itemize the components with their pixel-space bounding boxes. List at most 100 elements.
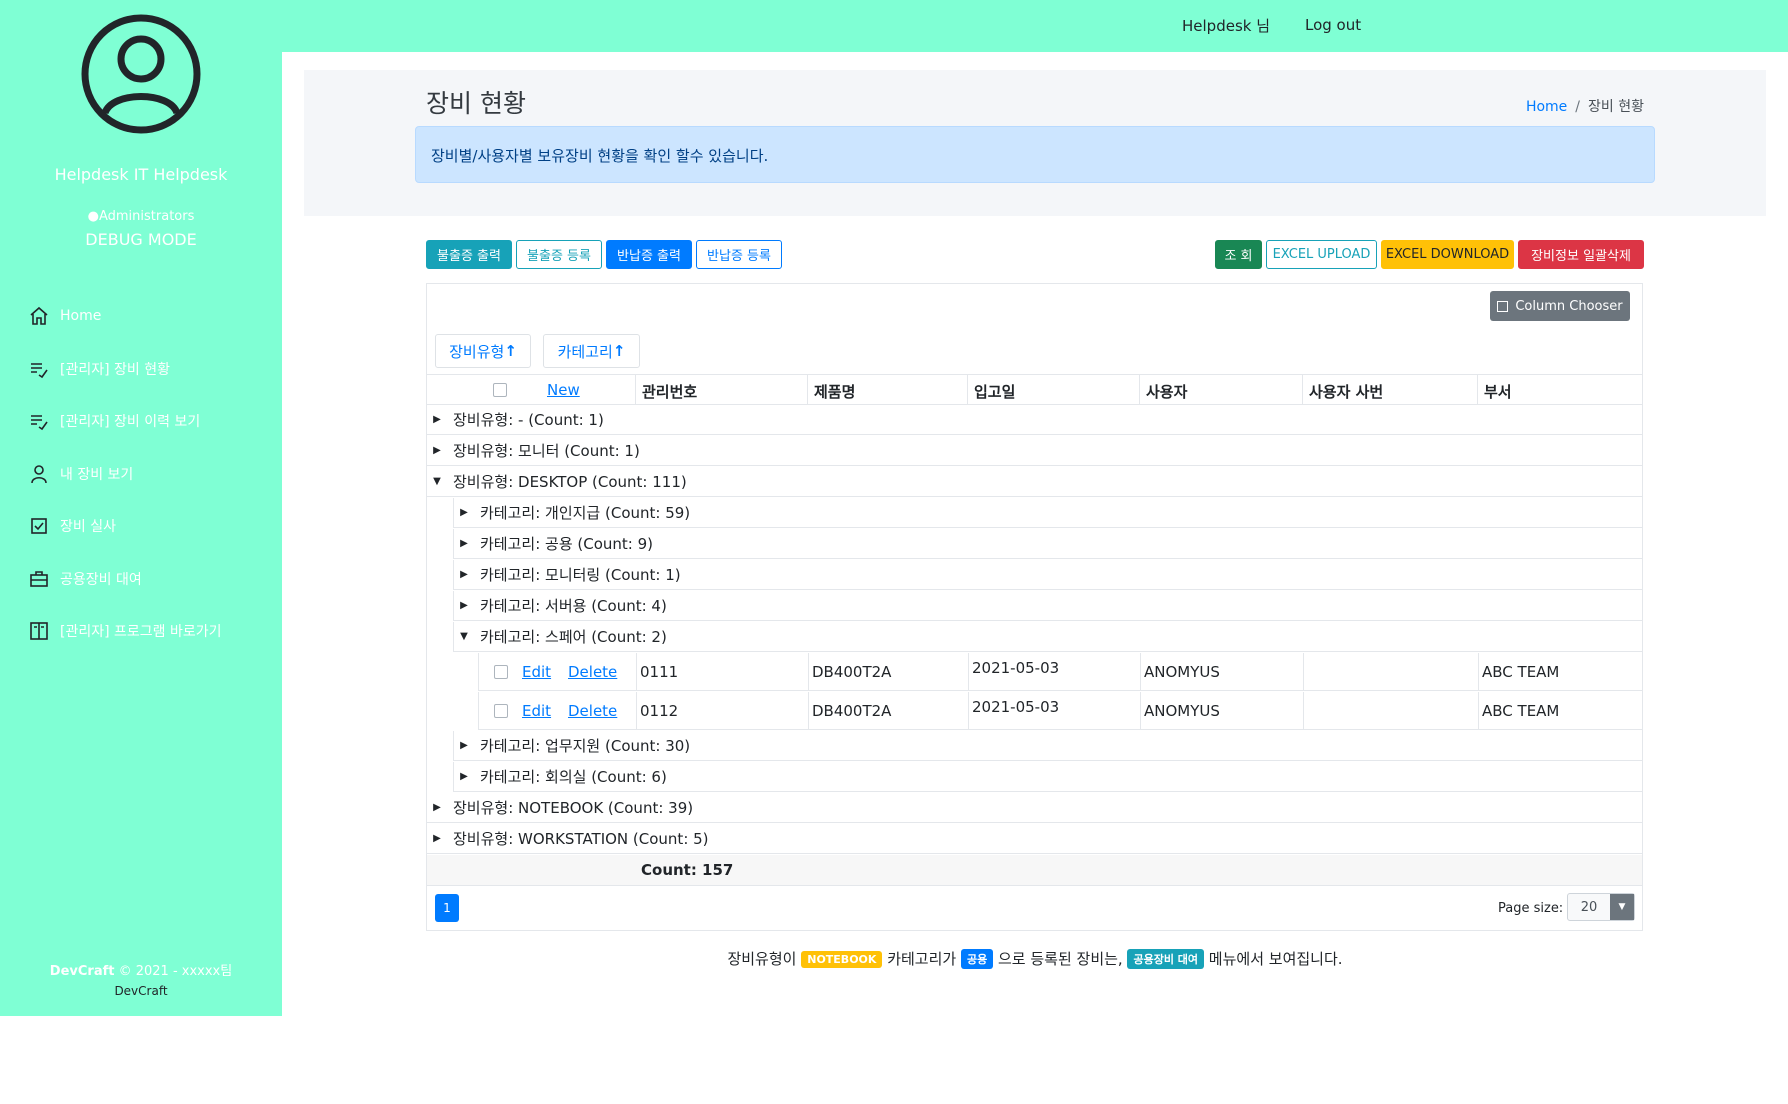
group-row[interactable]: ▶ 카테고리: 업무지원 (Count: 30)	[453, 731, 1642, 761]
top-user-name: Helpdesk 님	[1182, 17, 1271, 35]
briefcase-icon	[28, 568, 50, 590]
sidebar-item-label: Home	[60, 308, 102, 325]
badge-shared-rental: 공용장비 대여	[1127, 949, 1205, 969]
group-row[interactable]: ▶ 장비유형: NOTEBOOK (Count: 39)	[427, 793, 1642, 823]
group-row[interactable]: ▶ 카테고리: 개인지급 (Count: 59)	[453, 498, 1642, 528]
cell-dept: ABC TEAM	[1478, 692, 1643, 730]
book-icon	[28, 620, 50, 642]
list-edit-icon	[28, 358, 50, 380]
col-header-dept[interactable]: 부서	[1477, 375, 1642, 405]
column-chooser-icon	[1497, 300, 1509, 312]
col-header-user[interactable]: 사용자	[1139, 375, 1302, 405]
sort-asc-icon: ↑	[612, 342, 626, 360]
cell-product: DB400T2A	[808, 653, 968, 691]
edit-link[interactable]: Edit	[522, 702, 551, 720]
column-chooser-button[interactable]: Column Chooser	[1490, 291, 1630, 321]
select-all-checkbox[interactable]	[493, 383, 507, 397]
sidebar-item-shared-rental[interactable]: 공용장비 대여	[28, 553, 282, 606]
group-row[interactable]: ▶ 장비유형: 모니터 (Count: 1)	[427, 436, 1642, 466]
top-navbar: Helpdesk 님 Log out	[282, 0, 1788, 52]
cell-id: 0111	[636, 653, 808, 691]
expand-icon: ▶	[460, 771, 468, 782]
group-row[interactable]: ▶ 장비유형: - (Count: 1)	[427, 405, 1642, 435]
info-alert: 장비별/사용자별 보유장비 현황을 확인 할수 있습니다.	[415, 126, 1655, 183]
col-header-id[interactable]: 관리번호	[635, 375, 807, 405]
sidebar-item-label: 공용장비 대여	[60, 571, 142, 588]
sidebar-item-home[interactable]: Home	[28, 290, 282, 343]
grid-summary-row: Count: 157	[427, 855, 1642, 886]
group-chip-equipment-type[interactable]: 장비유형 ↑	[435, 334, 531, 368]
cell-user: ANOMYUS	[1140, 692, 1303, 730]
page-size-value: 20	[1580, 900, 1598, 915]
expand-icon: ▶	[433, 414, 441, 425]
row-checkbox[interactable]	[494, 665, 508, 679]
row-checkbox[interactable]	[494, 704, 508, 718]
register-release-button[interactable]: 불출증 등록	[516, 240, 602, 269]
group-row[interactable]: ▼ 카테고리: 스페어 (Count: 2)	[453, 622, 1642, 652]
list-edit-icon	[28, 410, 50, 432]
search-button[interactable]: 조 회	[1215, 240, 1262, 269]
logout-link[interactable]: Log out	[1305, 16, 1361, 34]
expand-icon: ▶	[460, 507, 468, 518]
table-row: Edit Delete 0111 DB400T2A 2021-05-03 ANO…	[478, 653, 1642, 691]
checkbox-icon	[28, 515, 50, 537]
edit-link[interactable]: Edit	[522, 663, 551, 681]
group-chip-category[interactable]: 카테고리 ↑	[543, 334, 640, 368]
bulk-delete-button[interactable]: 장비정보 일괄삭제	[1518, 240, 1644, 269]
col-header-product[interactable]: 제품명	[807, 375, 967, 405]
breadcrumb-current: 장비 현황	[1588, 99, 1644, 115]
register-return-button[interactable]: 반납증 등록	[696, 240, 782, 269]
sidebar: Helpdesk IT Helpdesk ●Administrators DEB…	[0, 0, 282, 1016]
sidebar-nav: Home [관리자] 장비 현황 [관리자] 장비 이력 보기 내 장비 보기 …	[28, 290, 282, 658]
cell-emp-no	[1303, 653, 1478, 691]
user-icon	[28, 463, 50, 485]
chevron-down-icon: ▼	[1610, 894, 1634, 920]
excel-download-button[interactable]: EXCEL DOWNLOAD	[1381, 240, 1514, 269]
equipment-grid: Column Chooser 장비유형 ↑ 카테고리 ↑ New 관리번호 제품명 …	[426, 283, 1643, 931]
sidebar-item-equipment-history[interactable]: [관리자] 장비 이력 보기	[28, 395, 282, 448]
new-link[interactable]: New	[547, 381, 580, 399]
grid-header-row: New 관리번호 제품명 입고일 사용자 사용자 사번 부서	[427, 374, 1642, 405]
breadcrumb-home-link[interactable]: Home	[1526, 99, 1567, 115]
user-avatar-icon	[81, 14, 201, 134]
col-header-emp-no[interactable]: 사용자 사번	[1302, 375, 1477, 405]
delete-link[interactable]: Delete	[568, 702, 617, 720]
expand-icon: ▶	[433, 802, 441, 813]
page-title: 장비 현황	[426, 89, 526, 118]
sidebar-item-equipment-status[interactable]: [관리자] 장비 현황	[28, 343, 282, 396]
badge-shared: 공용	[960, 949, 994, 969]
sidebar-item-label: 장비 실사	[60, 519, 116, 536]
delete-link[interactable]: Delete	[568, 663, 617, 681]
expand-icon: ▶	[433, 445, 441, 456]
cell-product: DB400T2A	[808, 692, 968, 730]
page-size-select[interactable]: 20 ▼	[1567, 893, 1635, 921]
excel-upload-button[interactable]: EXCEL UPLOAD	[1266, 240, 1377, 269]
cell-date: 2021-05-03	[968, 653, 1140, 691]
group-row[interactable]: ▶ 카테고리: 서버용 (Count: 4)	[453, 591, 1642, 621]
expand-icon: ▶	[460, 600, 468, 611]
sidebar-item-program-shortcut[interactable]: [관리자] 프로그램 바로가기	[28, 605, 282, 658]
group-row[interactable]: ▶ 카테고리: 모니터링 (Count: 1)	[453, 560, 1642, 590]
user-small-icon: ●	[87, 209, 99, 224]
print-release-button[interactable]: 불출증 출력	[426, 240, 512, 269]
sidebar-debug-mode: DEBUG MODE	[85, 230, 197, 249]
group-row[interactable]: ▶ 카테고리: 회의실 (Count: 6)	[453, 762, 1642, 792]
print-return-button[interactable]: 반납증 출력	[606, 240, 692, 269]
page-button-1[interactable]: 1	[435, 894, 459, 922]
badge-notebook: NOTEBOOK	[801, 951, 883, 968]
cell-dept: ABC TEAM	[1478, 653, 1643, 691]
sidebar-role: ●Administrators	[87, 209, 195, 224]
col-header-date[interactable]: 입고일	[967, 375, 1139, 405]
group-row[interactable]: ▼ 장비유형: DESKTOP (Count: 111)	[427, 467, 1642, 497]
table-row: Edit Delete 0112 DB400T2A 2021-05-03 ANO…	[478, 692, 1642, 730]
sidebar-item-label: [관리자] 프로그램 바로가기	[60, 624, 222, 641]
sidebar-user-name: Helpdesk IT Helpdesk	[54, 165, 228, 184]
group-row[interactable]: ▶ 카테고리: 공용 (Count: 9)	[453, 529, 1642, 559]
sidebar-item-inspection[interactable]: 장비 실사	[28, 500, 282, 553]
sidebar-item-label: [관리자] 장비 이력 보기	[60, 414, 201, 431]
sidebar-item-label: [관리자] 장비 현황	[60, 361, 170, 378]
group-row[interactable]: ▶ 장비유형: WORKSTATION (Count: 5)	[427, 824, 1642, 854]
expand-icon: ▶	[460, 740, 468, 751]
cell-id: 0112	[636, 692, 808, 730]
sidebar-item-my-equipment[interactable]: 내 장비 보기	[28, 448, 282, 501]
